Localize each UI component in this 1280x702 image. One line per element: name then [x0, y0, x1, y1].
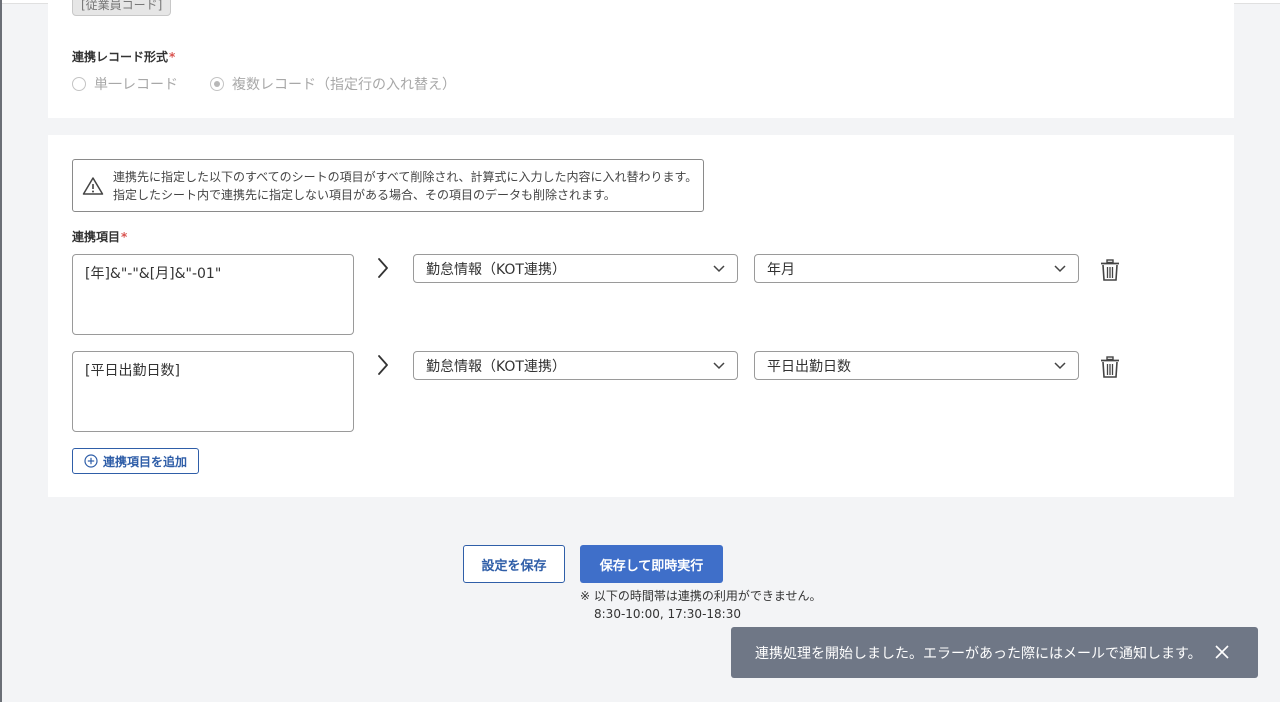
- mapping-label: 連携項目*: [72, 228, 127, 245]
- add-mapping-label: 連携項目を追加: [102, 454, 187, 469]
- add-mapping-button[interactable]: 連携項目を追加: [72, 448, 199, 474]
- field-select-1-value: 年月: [767, 261, 795, 278]
- radio-single-record-label: 単一レコード: [94, 77, 178, 93]
- warning-line-1: 連携先に指定した以下のすべてのシートの項目がすべて削除され、計算式に入力した内容…: [113, 169, 698, 184]
- mapping-label-text: 連携項目: [72, 230, 121, 244]
- sheet-select-1-value: 勤怠情報（KOT連携）: [426, 261, 566, 278]
- radio-multiple-records-label: 複数レコード（指定行の入れ替え）: [232, 77, 456, 93]
- toast-message: 連携処理を開始しました。エラーがあった際にはメールで通知します。: [755, 645, 1202, 662]
- chevron-down-icon: [713, 264, 725, 272]
- field-select-2[interactable]: 平日出勤日数: [754, 351, 1079, 380]
- formula-input-2[interactable]: [平日出勤日数]: [72, 351, 354, 432]
- availability-note-times: 8:30-10:00, 17:30-18:30: [594, 607, 741, 621]
- availability-note-line-1: ※ 以下の時間帯は連携の利用ができません。: [580, 589, 822, 603]
- trash-icon[interactable]: [1100, 356, 1120, 378]
- radio-circle-checked-icon: [210, 77, 224, 91]
- availability-note: ※ 以下の時間帯は連携の利用ができません。 8:30-10:00, 17:30-…: [580, 587, 822, 623]
- chevron-right-icon: [378, 258, 388, 278]
- chevron-right-icon: [378, 355, 388, 375]
- warning-line-2: 指定したシート内で連携先に指定しない項目がある場合、その項目のデータも削除されま…: [113, 187, 616, 202]
- sheet-select-2[interactable]: 勤怠情報（KOT連携）: [413, 351, 738, 380]
- save-settings-button[interactable]: 設定を保存: [463, 545, 565, 583]
- close-icon[interactable]: [1214, 644, 1230, 660]
- sheet-select-1[interactable]: 勤怠情報（KOT連携）: [413, 254, 738, 283]
- trash-icon[interactable]: [1100, 259, 1120, 281]
- field-select-1[interactable]: 年月: [754, 254, 1079, 283]
- left-edge: [0, 0, 2, 702]
- record-format-label-text: 連携レコード形式: [72, 50, 169, 64]
- employee-code-tag: [従業員コード]: [72, 0, 172, 16]
- sheet-select-2-value: 勤怠情報（KOT連携）: [426, 358, 566, 375]
- record-format-label: 連携レコード形式*: [72, 48, 175, 65]
- chevron-down-icon: [713, 361, 725, 369]
- record-format-panel: [48, 0, 1234, 118]
- warning-text: 連携先に指定した以下のすべてのシートの項目がすべて削除され、計算式に入力した内容…: [113, 168, 697, 204]
- required-mark: *: [121, 230, 128, 244]
- formula-input-1[interactable]: [年]&"-"&[月]&"-01": [72, 254, 354, 335]
- radio-circle-icon: [72, 77, 86, 91]
- plus-circle-icon: [84, 454, 98, 468]
- chevron-down-icon: [1054, 264, 1066, 272]
- save-and-run-button[interactable]: 保存して即時実行: [580, 545, 723, 583]
- record-format-radios: 単一レコード 複数レコード（指定行の入れ替え）: [72, 74, 488, 94]
- warning-box: 連携先に指定した以下のすべてのシートの項目がすべて削除され、計算式に入力した内容…: [72, 159, 704, 212]
- radio-multiple-records[interactable]: 複数レコード（指定行の入れ替え）: [210, 74, 456, 94]
- field-select-2-value: 平日出勤日数: [767, 358, 851, 375]
- notification-toast: 連携処理を開始しました。エラーがあった際にはメールで通知します。: [731, 627, 1258, 678]
- chevron-down-icon: [1054, 361, 1066, 369]
- warning-triangle-icon: [73, 176, 113, 196]
- required-mark: *: [169, 50, 176, 64]
- radio-single-record[interactable]: 単一レコード: [72, 74, 178, 94]
